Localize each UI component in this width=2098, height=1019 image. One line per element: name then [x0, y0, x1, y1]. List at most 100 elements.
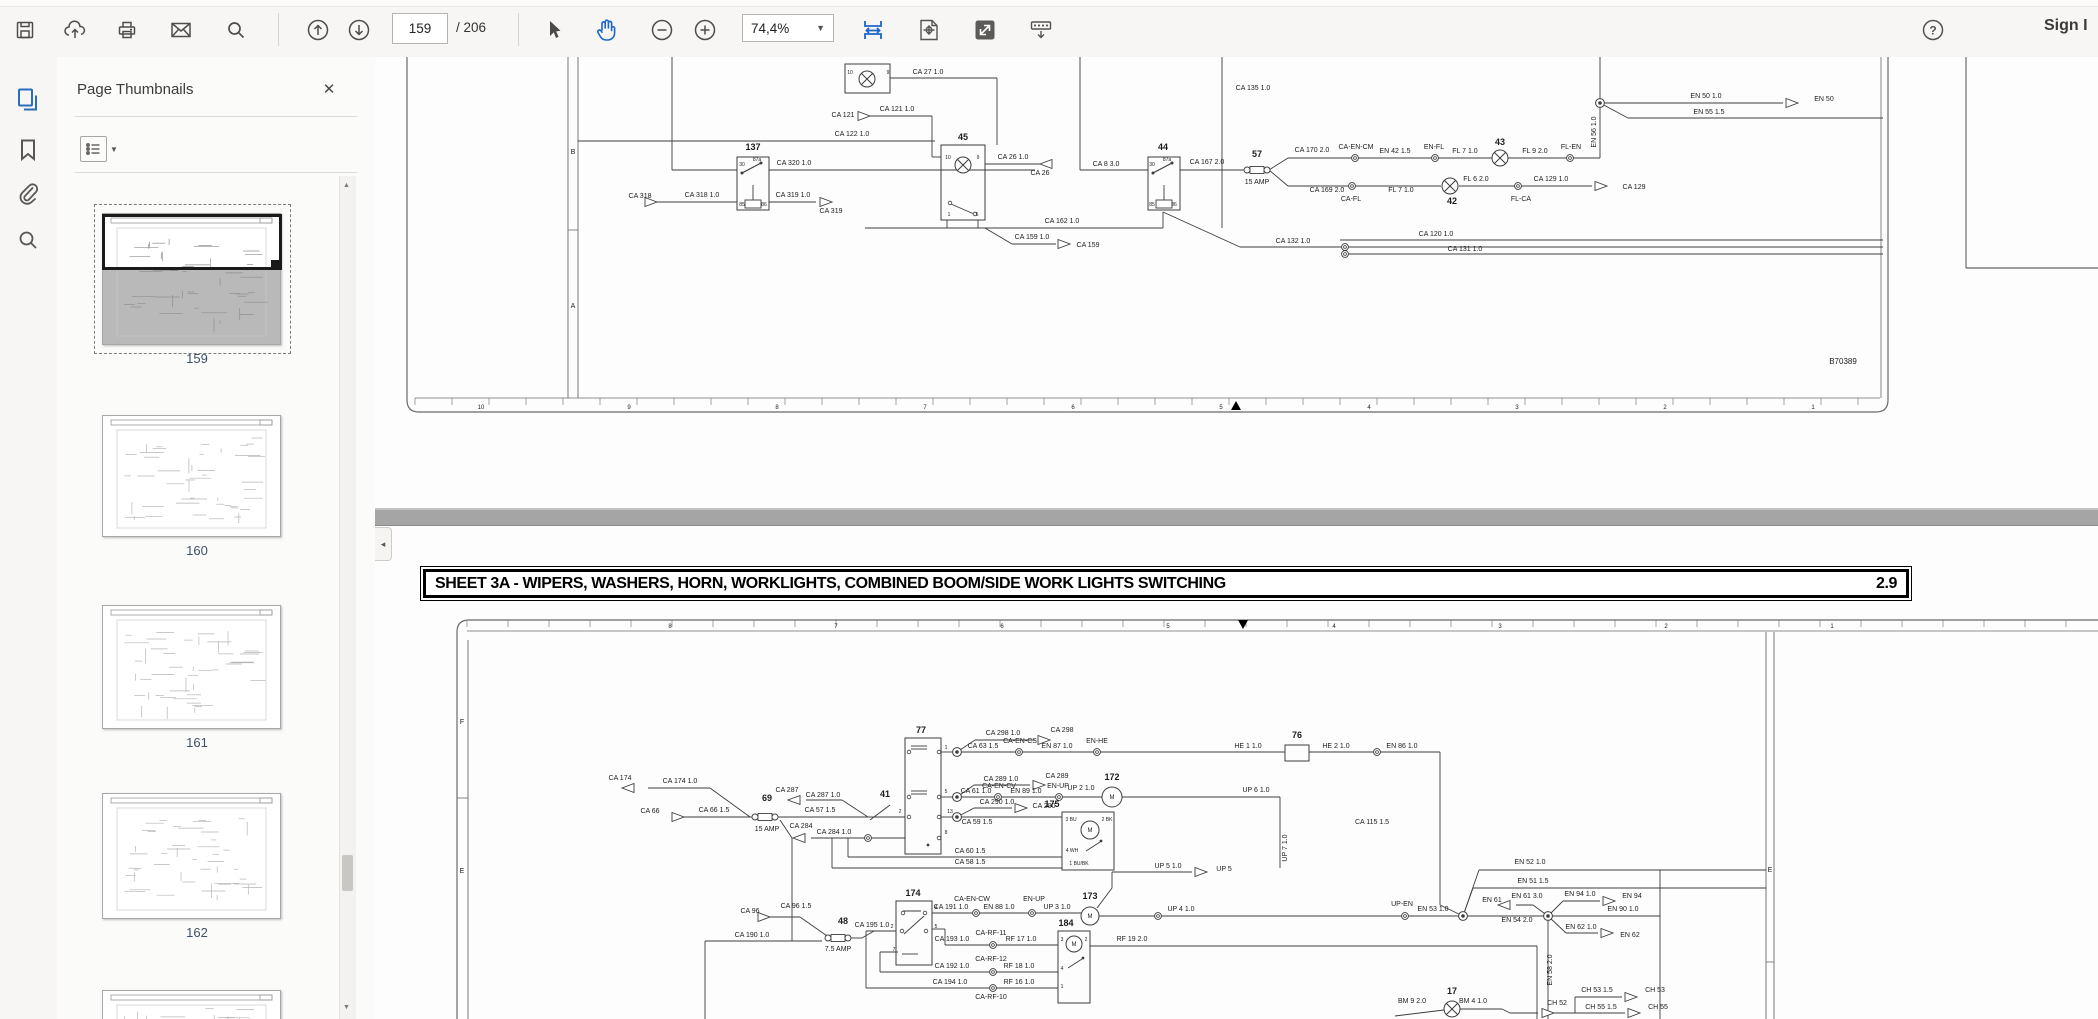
- zoom-in-button[interactable]: [688, 14, 722, 46]
- fit-page-button[interactable]: [912, 14, 946, 46]
- chevron-down-icon: ▼: [816, 23, 825, 33]
- zoom-out-button[interactable]: [645, 14, 679, 46]
- thumbnail-page-number[interactable]: 159: [57, 351, 337, 366]
- svg-text:B70389: B70389: [1829, 357, 1857, 366]
- scrolling-mode-button[interactable]: [856, 14, 890, 46]
- previous-page-button[interactable]: [301, 14, 335, 46]
- thumbnail-page-159[interactable]: 159: [57, 213, 337, 383]
- thumbnail-page-image[interactable]: [102, 793, 281, 919]
- thumbnail-page-number[interactable]: 160: [57, 543, 337, 558]
- svg-text:FL-EN: FL-EN: [1561, 144, 1581, 151]
- svg-text:7.5 AMP: 7.5 AMP: [825, 946, 852, 953]
- toolbar-collapse-button[interactable]: [1024, 14, 1058, 46]
- page-thumbnails-pane-icon[interactable]: [13, 85, 43, 115]
- svg-text:CA 135 1.0: CA 135 1.0: [1236, 85, 1271, 92]
- svg-text:10: 10: [478, 405, 485, 411]
- help-button[interactable]: ?: [1916, 14, 1950, 46]
- thumbnail-options-button[interactable]: ▼: [80, 136, 120, 161]
- close-panel-button[interactable]: ✕: [317, 77, 341, 101]
- svg-text:CA 132 1.0: CA 132 1.0: [1276, 238, 1311, 245]
- search-pane-icon[interactable]: [13, 225, 43, 255]
- save-button[interactable]: [8, 14, 42, 46]
- collapse-panel-button[interactable]: ◂: [375, 527, 392, 561]
- svg-text:EN 51 1.5: EN 51 1.5: [1517, 878, 1548, 885]
- svg-text:EN 88 1.0: EN 88 1.0: [983, 904, 1014, 911]
- svg-text:CA 191 1.0: CA 191 1.0: [934, 904, 969, 911]
- next-page-button[interactable]: [342, 14, 376, 46]
- thumbnail-page-162[interactable]: 162: [57, 793, 337, 957]
- svg-text:2: 2: [1085, 937, 1088, 943]
- svg-text:CH 53: CH 53: [1645, 987, 1665, 994]
- zoom-level-dropdown[interactable]: 74,4%▼: [742, 14, 834, 42]
- svg-text:6: 6: [1000, 624, 1004, 630]
- scroll-up-arrow[interactable]: ▲: [343, 182, 350, 189]
- hand-tool-button[interactable]: [589, 14, 623, 46]
- svg-text:2: 2: [899, 809, 902, 815]
- upload-cloud-button[interactable]: [58, 14, 92, 46]
- page-number-input[interactable]: 159: [392, 13, 448, 44]
- svg-text:M: M: [1088, 914, 1093, 920]
- svg-text:CH 52: CH 52: [1547, 1000, 1567, 1007]
- svg-text:UP 4 1.0: UP 4 1.0: [1167, 906, 1194, 913]
- svg-text:69: 69: [762, 793, 772, 803]
- sheet-3a-diagram: 87654321MMMM774169172175764817417318417C…: [457, 620, 2098, 1019]
- svg-text:?: ?: [1929, 24, 1936, 38]
- sign-in-button[interactable]: Sign I: [2044, 17, 2088, 35]
- viewport-resize-handle[interactable]: [271, 260, 281, 270]
- thumbnail-page-number[interactable]: 162: [57, 925, 337, 940]
- svg-text:UP-EN: UP-EN: [1391, 901, 1413, 908]
- svg-text:UP 5: UP 5: [1216, 866, 1232, 873]
- fullscreen-button[interactable]: [968, 14, 1002, 46]
- thumbnail-page-161[interactable]: 161: [57, 605, 337, 767]
- sheet-2-7-diagram: 109876543211374544574342CA 27 1.0CA 121C…: [407, 57, 2098, 412]
- svg-text:4: 4: [1367, 405, 1371, 411]
- svg-text:1: 1: [1061, 984, 1064, 990]
- svg-text:EN 61: EN 61: [1482, 897, 1502, 904]
- thumbnail-page-image[interactable]: [102, 213, 281, 345]
- svg-text:EN 54 2.0: EN 54 2.0: [1501, 917, 1532, 924]
- search-button[interactable]: [219, 14, 253, 46]
- attachments-pane-icon[interactable]: [13, 179, 43, 209]
- svg-text:30: 30: [739, 162, 745, 168]
- scrollbar-thumb[interactable]: [342, 855, 353, 891]
- page-viewport-indicator[interactable]: [102, 214, 282, 270]
- thumbnail-page-partial[interactable]: [57, 990, 337, 1019]
- svg-text:UP 7 1.0: UP 7 1.0: [1282, 834, 1289, 861]
- svg-text:7: 7: [834, 624, 838, 630]
- svg-text:FL 9 2.0: FL 9 2.0: [1522, 148, 1548, 155]
- svg-text:HE 2 1.0: HE 2 1.0: [1322, 743, 1349, 750]
- thumbnail-page-image[interactable]: [102, 605, 281, 729]
- svg-text:137: 137: [745, 142, 760, 152]
- panel-scrollbar[interactable]: ▲ ▼: [339, 176, 356, 1019]
- thumbnail-page-image[interactable]: [102, 415, 281, 537]
- svg-text:5: 5: [935, 924, 938, 930]
- svg-text:CA 287 1.0: CA 287 1.0: [806, 792, 841, 799]
- divider: [75, 172, 357, 173]
- print-button[interactable]: [110, 14, 144, 46]
- svg-text:4 WH: 4 WH: [1066, 848, 1079, 854]
- svg-text:CA 320 1.0: CA 320 1.0: [777, 160, 812, 167]
- svg-text:EN-HE: EN-HE: [1086, 738, 1108, 745]
- svg-text:86: 86: [1171, 202, 1177, 208]
- svg-text:EN 50: EN 50: [1814, 96, 1834, 103]
- bookmarks-pane-icon[interactable]: [13, 135, 43, 165]
- svg-text:CA-EN-CW: CA-EN-CW: [954, 896, 990, 903]
- svg-text:EN 56 1.0: EN 56 1.0: [1591, 116, 1598, 147]
- thumbnail-page-image[interactable]: [102, 990, 281, 1019]
- svg-text:4: 4: [935, 905, 938, 911]
- email-button[interactable]: [164, 14, 198, 46]
- svg-text:5: 5: [1166, 624, 1170, 630]
- svg-text:CA-FL: CA-FL: [1341, 196, 1361, 203]
- page-number-value[interactable]: 159: [409, 21, 432, 36]
- scroll-down-arrow[interactable]: ▼: [343, 1004, 350, 1011]
- svg-text:173: 173: [1082, 891, 1097, 901]
- svg-text:41: 41: [880, 789, 890, 799]
- document-canvas[interactable]: 109876543211374544574342CA 27 1.0CA 121C…: [375, 57, 2098, 1019]
- thumbnail-page-number[interactable]: 161: [57, 735, 337, 750]
- thumbnail-page-160[interactable]: 160: [57, 415, 337, 575]
- svg-text:184: 184: [1058, 918, 1073, 928]
- select-tool-button[interactable]: [537, 14, 571, 46]
- svg-text:5: 5: [976, 212, 979, 218]
- svg-text:15 AMP: 15 AMP: [755, 826, 780, 833]
- svg-text:CA 121: CA 121: [832, 112, 855, 119]
